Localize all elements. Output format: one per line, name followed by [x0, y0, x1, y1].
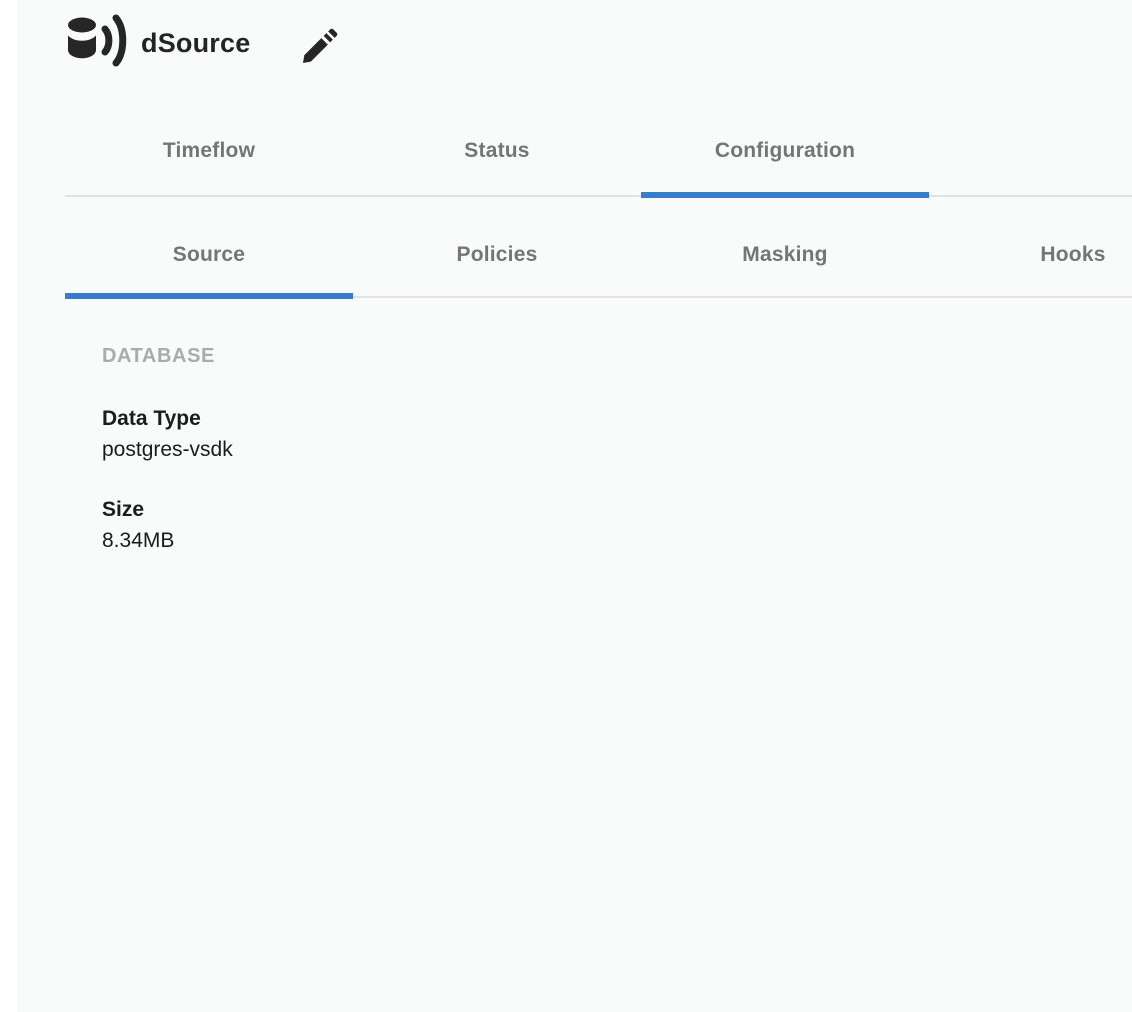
tab-source-underline	[65, 293, 353, 299]
tab-configuration[interactable]: Configuration	[641, 105, 929, 197]
page-title: dSource	[141, 28, 250, 59]
tab-timeflow-label: Timeflow	[163, 139, 255, 163]
tab-status[interactable]: Status	[353, 105, 641, 197]
database-section-title: DATABASE	[102, 344, 215, 368]
size-value: 8.34MB	[102, 528, 174, 553]
tab-masking-underline	[641, 293, 929, 299]
tab-source-label: Source	[173, 243, 245, 267]
tab-hooks[interactable]: Hooks	[929, 211, 1132, 298]
tab-configuration-underline	[641, 192, 929, 198]
pencil-edit-icon[interactable]	[300, 26, 340, 66]
tab-timeflow[interactable]: Timeflow	[65, 105, 353, 197]
tab-policies-label: Policies	[457, 243, 538, 267]
tab-timeflow-underline	[65, 192, 353, 198]
tab-status-underline	[353, 192, 641, 198]
page-header: dSource	[0, 0, 1132, 100]
tab-hooks-label: Hooks	[1040, 243, 1105, 267]
tab-policies[interactable]: Policies	[353, 211, 641, 298]
size-label: Size	[102, 497, 144, 522]
tab-masking[interactable]: Masking	[641, 211, 929, 298]
tab-source[interactable]: Source	[65, 211, 353, 298]
secondary-tab-bar: Source Policies Masking Hooks	[0, 211, 1132, 298]
tab-hooks-underline	[929, 293, 1132, 299]
database-broadcast-icon	[64, 12, 130, 72]
primary-tab-bar: Timeflow Status Configuration	[0, 105, 1132, 197]
tab-masking-label: Masking	[742, 243, 827, 267]
tab-configuration-label: Configuration	[715, 139, 855, 163]
tab-status-label: Status	[464, 139, 529, 163]
data-type-label: Data Type	[102, 406, 201, 431]
tab-policies-underline	[353, 293, 641, 299]
data-type-value: postgres-vsdk	[102, 437, 233, 462]
